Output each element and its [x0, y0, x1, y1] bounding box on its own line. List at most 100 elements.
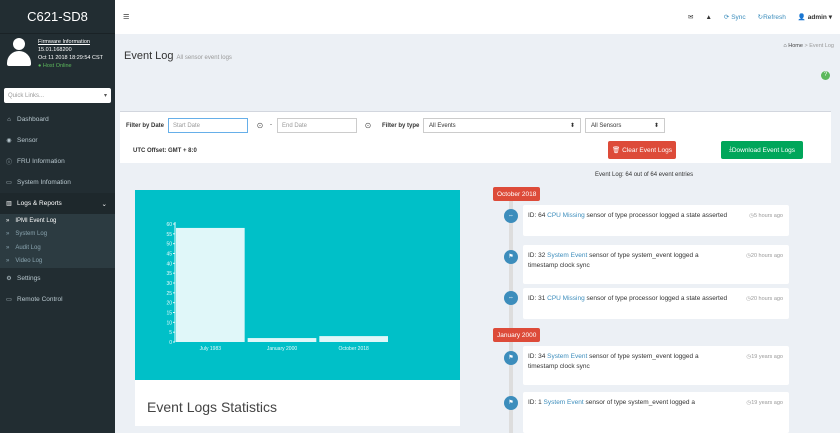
breadcrumb: ⌂ Home > Event Log [783, 43, 834, 49]
statistics-panel: 0 5 10 15 20 25 30 35 40 45 50 55 60 July 1983 January… [135, 190, 460, 426]
timeline-entry: ID: 64 CPU Missing sensor of type proces… [523, 205, 789, 236]
sidebar-item-logs-reports[interactable]: ▥ Logs & Reports ⌄ [0, 193, 115, 214]
sensor-link[interactable]: CPU Missing [547, 212, 585, 219]
timeline-date-label: January 2000 [493, 328, 541, 342]
sensor-icon: ◉ [6, 138, 12, 144]
sync-button[interactable]: ⟳ Sync [724, 13, 746, 21]
timeline-entry: ID: 32 System Event sensor of type syste… [523, 245, 789, 284]
y-tick-label: 10 [166, 320, 172, 326]
y-tick-label: 30 [166, 281, 172, 287]
sensor-select[interactable]: All Sensors ⬍ [585, 118, 665, 133]
cpu-event-icon: ⇔ [504, 209, 518, 223]
user-panel: Firmware Information 15.01.168200 Oct 11… [0, 34, 115, 80]
select-arrow-icon: ⬍ [569, 123, 575, 129]
cpu-event-icon: ⇔ [504, 291, 518, 305]
y-tick-label: 45 [166, 252, 172, 258]
statistics-title: Event Logs Statistics [147, 399, 277, 415]
hamburger-menu-icon[interactable]: ≡ [123, 11, 129, 23]
page-subtitle: All sensor event logs [176, 55, 232, 61]
gear-icon: ⚙ [6, 276, 12, 282]
start-date-input[interactable]: Start Date [168, 118, 248, 133]
brand-title[interactable]: C621-SD8 [0, 0, 115, 34]
sidebar: C621-SD8 Firmware Information 15.01.1682… [0, 0, 115, 433]
sensor-link[interactable]: System Event [544, 399, 584, 406]
submenu-system-log[interactable]: » System Log [0, 228, 115, 242]
desktop-icon: ▭ [6, 297, 12, 303]
submenu-video-log[interactable]: » Video Log [0, 255, 115, 269]
y-tick-label: 60 [166, 222, 172, 228]
refresh-button[interactable]: ↻Refresh [758, 13, 786, 21]
warning-icon[interactable]: ▲ [705, 14, 711, 21]
submenu-audit-log[interactable]: » Audit Log [0, 241, 115, 255]
user-icon: 👤 [797, 14, 806, 21]
entry-time: ◷19 years ago [746, 354, 783, 360]
chart-icon: ▥ [6, 201, 12, 207]
logs-submenu: » IPMI Event Log » System Log » Audit Log »… [0, 214, 115, 268]
sidebar-item-dashboard[interactable]: ⌂ Dashboard [0, 109, 115, 130]
info-icon: ⓘ [5, 160, 12, 166]
main-content: Event Log All sensor event logs ⌂ Home > … [115, 34, 840, 433]
firmware-version: 15.01.168200 [38, 47, 72, 53]
flag-event-icon: ⚑ [504, 351, 518, 365]
sidebar-item-sensor[interactable]: ◉ Sensor [0, 130, 115, 151]
timeline-date-label: October 2018 [493, 187, 541, 201]
sidebar-item-fru[interactable]: ⓘ FRU Information [0, 151, 115, 172]
sensor-link[interactable]: System Event [547, 353, 587, 360]
double-chevron-icon: » [6, 231, 10, 238]
y-tick-label: 0 [169, 340, 172, 346]
chart-bar[interactable] [176, 227, 245, 342]
double-chevron-icon: » [6, 217, 10, 224]
content-header: Event Log All sensor event logs ⌂ Home > … [115, 34, 840, 86]
end-date-input[interactable]: End Date [277, 118, 357, 133]
event-type-select[interactable]: All Events ⬍ [423, 118, 581, 133]
chevron-down-icon: ⌄ [101, 200, 107, 208]
firmware-info-link[interactable]: Firmware Information [38, 38, 103, 46]
sidebar-item-system-info[interactable]: ▭ System Infomation [0, 172, 115, 193]
entry-time: ◷5 hours ago [749, 213, 783, 219]
breadcrumb-home[interactable]: Home [788, 43, 803, 49]
sensor-link[interactable]: CPU Missing [547, 295, 585, 302]
date-separator: - [270, 122, 272, 128]
double-chevron-icon: » [6, 258, 10, 265]
chart-area: 0 5 10 15 20 25 30 35 40 45 50 55 60 July 1983 January… [135, 190, 460, 380]
timeline-entry: ID: 31 CPU Missing sensor of type proces… [523, 288, 789, 319]
trash-icon: 🗑 [612, 147, 621, 154]
bar-chart: 0 5 10 15 20 25 30 35 40 45 50 55 60 July 1983 January… [166, 222, 388, 352]
user-menu[interactable]: 👤 admin ▾ [798, 13, 832, 21]
sensor-link[interactable]: System Event [547, 252, 587, 259]
entry-time: ◷20 hours ago [746, 253, 783, 259]
dashboard-icon: ⌂ [7, 116, 11, 123]
x-tick-label: July 1983 [200, 346, 222, 352]
event-count: Event Log: 64 out of 64 event entries [595, 172, 694, 178]
system-datetime: Oct 11 2018 18:29:54 CST [38, 55, 104, 61]
y-tick-label: 50 [166, 242, 172, 248]
host-status: ● Host Online [38, 63, 72, 69]
end-clock-icon[interactable]: ⊙ [360, 118, 376, 133]
y-tick-label: 35 [166, 271, 172, 277]
submenu-ipmi-event-log[interactable]: » IPMI Event Log [0, 214, 115, 228]
entry-time: ◷19 years ago [746, 400, 783, 406]
home-icon: ⌂ [783, 43, 787, 49]
x-tick-label: October 2018 [339, 346, 370, 352]
breadcrumb-current: Event Log [809, 43, 834, 49]
x-tick-label: January 2000 [267, 346, 298, 352]
help-icon[interactable]: ? [821, 71, 830, 80]
sidebar-item-remote-control[interactable]: ▭ Remote Control [0, 289, 115, 310]
timeline-entry: ID: 34 System Event sensor of type syste… [523, 346, 789, 385]
user-avatar-icon [6, 38, 32, 68]
chart-bar[interactable] [319, 336, 388, 342]
y-tick-label: 25 [166, 291, 172, 297]
top-navbar: ≡ ✉ ▲ ⟳ Sync ↻Refresh 👤 admin ▾ [115, 0, 840, 34]
y-tick-label: 20 [166, 301, 172, 307]
sidebar-item-settings[interactable]: ⚙ Settings [0, 268, 115, 289]
double-chevron-icon: » [6, 244, 10, 251]
start-clock-icon[interactable]: ⊙ [252, 118, 268, 133]
clear-event-logs-button[interactable]: 🗑 Clear Event Logs [608, 141, 676, 159]
y-tick-label: 15 [166, 311, 172, 317]
page-title: Event Log All sensor event logs [124, 50, 232, 62]
y-tick-label: 5 [169, 330, 172, 336]
quick-links-select[interactable]: Quick Links... ▾ [4, 88, 111, 103]
chart-bar[interactable] [247, 338, 317, 342]
download-event-logs-button[interactable]: ⤓ Download Event Logs [721, 141, 803, 159]
envelope-icon[interactable]: ✉ [688, 13, 693, 21]
